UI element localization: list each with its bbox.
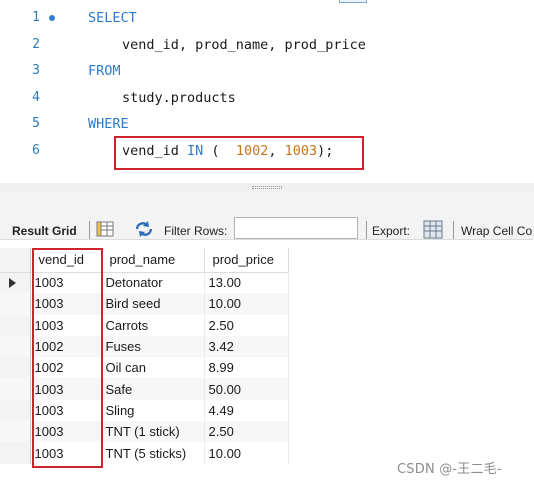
cell-prod-price[interactable]: 4.49 [204, 399, 289, 422]
cell-prod-price[interactable]: 2.50 [204, 421, 289, 443]
execution-marker-dot [49, 15, 55, 21]
filter-rows-label: Filter Rows: [164, 224, 228, 238]
code-text: vend_id, prod_name, prod_price [88, 32, 366, 58]
editor-top-strip [0, 0, 534, 4]
toolbar-separator [366, 221, 367, 239]
cell-vend-id[interactable]: 1003 [30, 399, 102, 422]
column-header-prod-price[interactable]: prod_price [204, 248, 289, 273]
table-row[interactable]: 1003 Detonator 13.00 [0, 272, 289, 294]
table-row[interactable]: 1003 Carrots 2.50 [0, 314, 289, 336]
grid-header-row: vend_id prod_name prod_price [0, 248, 289, 273]
result-grid-tab[interactable]: Result Grid [12, 222, 77, 240]
table-row[interactable]: 1003 Bird seed 10.00 [0, 293, 289, 315]
current-row-arrow-icon [9, 277, 16, 288]
row-selector[interactable] [0, 293, 31, 315]
scroll-marker [339, 0, 367, 3]
line-number: 6 [32, 142, 40, 158]
cell-prod-price[interactable]: 3.42 [204, 335, 289, 358]
cell-prod-name[interactable]: TNT (5 sticks) [101, 442, 205, 464]
sql-text: study.products [122, 89, 236, 106]
code-text: study.products [88, 85, 236, 111]
table-row[interactable]: 1002 Fuses 3.42 [0, 335, 289, 358]
divider-grip[interactable] [252, 186, 282, 189]
row-selector[interactable] [0, 399, 31, 422]
filter-rows-input[interactable] [234, 217, 358, 239]
cell-vend-id[interactable]: 1003 [30, 421, 102, 443]
line-number: 3 [32, 63, 40, 78]
table-row[interactable]: 1003 TNT (5 sticks) 10.00 [0, 442, 289, 464]
code-line[interactable]: 2 vend_id, prod_name, prod_price [0, 32, 534, 58]
row-selector[interactable] [0, 272, 31, 294]
cell-vend-id[interactable]: 1003 [30, 293, 102, 315]
cell-prod-price[interactable]: 50.00 [204, 378, 289, 400]
row-selector[interactable] [0, 314, 31, 336]
table-row[interactable]: 1003 TNT (1 stick) 2.50 [0, 421, 289, 443]
column-header-prod-name[interactable]: prod_name [101, 248, 205, 273]
cell-prod-name[interactable]: Detonator [101, 272, 205, 294]
cell-vend-id[interactable]: 1002 [30, 357, 102, 379]
line-number: 2 [32, 36, 40, 52]
cell-vend-id[interactable]: 1003 [30, 314, 102, 336]
row-selector[interactable] [0, 421, 31, 443]
cell-vend-id[interactable]: 1002 [30, 335, 102, 358]
code-line[interactable]: 3 FROM [0, 58, 534, 84]
cell-vend-id[interactable]: 1003 [30, 272, 102, 294]
code-line[interactable]: 5 WHERE [0, 111, 534, 137]
sql-keyword: FROM [88, 63, 121, 79]
cell-prod-name[interactable]: Carrots [101, 314, 205, 336]
code-text: SELECT [88, 5, 137, 31]
cell-prod-price[interactable]: 13.00 [204, 272, 289, 294]
split-divider[interactable] [0, 183, 534, 192]
wrap-cell-content-button[interactable]: Wrap Cell Co [461, 222, 532, 240]
cell-prod-name[interactable]: Bird seed [101, 293, 205, 315]
table-row[interactable]: 1003 Sling 4.49 [0, 399, 289, 422]
cell-prod-name[interactable]: Oil can [101, 357, 205, 379]
sql-editor[interactable]: 1 SELECT 2 vend_id, prod_name, prod_price 3 F… [0, 0, 534, 183]
code-text: WHERE [88, 111, 129, 137]
row-selector[interactable] [0, 357, 31, 379]
line-number: 1 [32, 10, 40, 25]
refresh-icon[interactable] [133, 220, 155, 242]
column-header-vend-id[interactable]: vend_id [30, 248, 102, 273]
cell-prod-price[interactable]: 10.00 [204, 293, 289, 315]
toolbar-separator [89, 221, 90, 239]
sql-text: vend_id, prod_name, prod_price [122, 36, 366, 53]
export-label: Export: [372, 224, 411, 238]
cell-prod-name[interactable]: Safe [101, 378, 205, 400]
highlight-box-where-clause [114, 136, 364, 170]
cell-prod-name[interactable]: Sling [101, 399, 205, 422]
cell-vend-id[interactable]: 1003 [30, 378, 102, 400]
cell-vend-id[interactable]: 1003 [30, 442, 102, 464]
export-icon[interactable] [423, 220, 445, 244]
watermark: CSDN @-王二毛- [397, 462, 502, 477]
cell-prod-price[interactable]: 10.00 [204, 442, 289, 464]
result-grid[interactable]: vend_id prod_name prod_price 1003 Detonat… [0, 248, 289, 464]
toolbar-separator [453, 221, 454, 239]
code-line[interactable]: 1 SELECT [0, 5, 534, 31]
row-selector[interactable] [0, 378, 31, 400]
code-line[interactable]: 4 study.products [0, 85, 534, 111]
cell-prod-price[interactable]: 8.99 [204, 357, 289, 379]
table-row[interactable]: 1002 Oil can 8.99 [0, 357, 289, 379]
line-number: 5 [32, 116, 40, 131]
table-row[interactable]: 1003 Safe 50.00 [0, 378, 289, 400]
cell-prod-name[interactable]: TNT (1 stick) [101, 421, 205, 443]
row-selector[interactable] [0, 335, 31, 358]
cell-prod-name[interactable]: Fuses [101, 335, 205, 358]
row-selector[interactable] [0, 442, 31, 464]
cell-prod-price[interactable]: 2.50 [204, 314, 289, 336]
sql-keyword: WHERE [88, 116, 129, 132]
code-text: FROM [88, 58, 121, 84]
sql-keyword: SELECT [88, 10, 137, 26]
line-number: 4 [32, 89, 40, 105]
result-toolbar: Result Grid Filter Rows: Export: Wrap Ce… [0, 192, 534, 240]
form-editor-icon[interactable] [96, 220, 114, 242]
grid-corner[interactable] [0, 248, 31, 273]
